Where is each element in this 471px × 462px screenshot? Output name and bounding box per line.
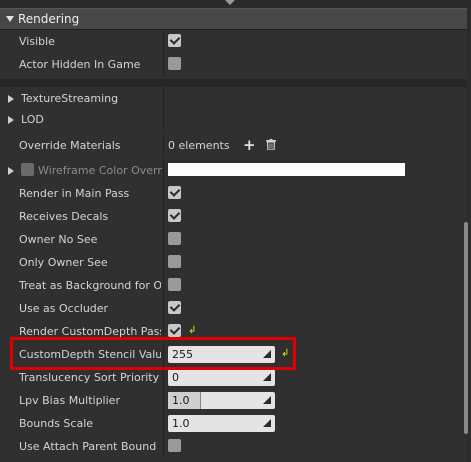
row-lod[interactable]: LOD [0, 108, 467, 131]
label-use-attach-parent: Use Attach Parent Bound [19, 440, 157, 453]
section-title: Rendering [18, 12, 80, 26]
row-translucency-sort: Translucency Sort Priority 0 [0, 366, 467, 389]
details-panel: Visible Actor Hidden In Game TextureStre… [0, 30, 467, 462]
label-texture-streaming: TextureStreaming [21, 92, 119, 105]
label-treat-background: Treat as Background for Occlusion [19, 279, 161, 292]
lpv-bias-value: 1.0 [172, 394, 190, 407]
row-only-owner-see: Only Owner See [0, 251, 467, 274]
bounds-scale-input[interactable]: 1.0 [168, 415, 275, 432]
custom-depth-stencil-input[interactable]: 255 [168, 346, 275, 363]
stencil-value: 255 [172, 348, 193, 361]
row-use-occluder: Use as Occluder [0, 297, 467, 320]
resize-grip-icon [263, 419, 271, 427]
label-visible: Visible [19, 35, 55, 48]
translucency-value: 0 [172, 371, 179, 384]
visible-checkbox[interactable] [168, 34, 181, 47]
collapse-arrow-icon[interactable] [225, 0, 235, 5]
trash-icon[interactable] [266, 139, 276, 150]
resize-grip-icon [263, 373, 271, 381]
lpv-bias-input[interactable]: 1.0 [168, 392, 275, 409]
rendering-section-header[interactable]: Rendering [0, 8, 467, 30]
owner-no-see-checkbox[interactable] [168, 232, 181, 245]
label-use-occluder: Use as Occluder [19, 302, 109, 315]
row-owner-no-see: Owner No See [0, 228, 467, 251]
label-override-materials: Override Materials [19, 139, 121, 152]
row-receives-decals: Receives Decals [0, 205, 467, 228]
label-wireframe: Wireframe Color Override [38, 164, 162, 177]
reset-to-default-icon[interactable]: ↲ [281, 349, 290, 359]
row-visible: Visible [0, 30, 467, 53]
only-owner-see-checkbox[interactable] [168, 255, 181, 268]
label-bounds-scale: Bounds Scale [19, 417, 94, 430]
row-wireframe: Wireframe Color Override [0, 159, 467, 182]
label-render-main-pass: Render in Main Pass [19, 187, 130, 200]
treat-background-checkbox[interactable] [168, 278, 181, 291]
wireframe-color-swatch[interactable] [168, 163, 405, 176]
render-main-pass-checkbox[interactable] [168, 186, 181, 199]
row-render-custom-depth: Render CustomDepth Pass ↲ [0, 320, 467, 343]
label-owner-no-see: Owner No See [19, 233, 98, 246]
row-use-attach-parent: Use Attach Parent Bound [0, 435, 467, 458]
receives-decals-checkbox[interactable] [168, 209, 181, 222]
bounds-scale-value: 1.0 [172, 417, 190, 430]
row-render-main-pass: Render in Main Pass [0, 182, 467, 205]
category-divider [0, 79, 467, 87]
label-lpv-bias: Lpv Bias Multiplier [19, 394, 120, 407]
expand-down-icon [6, 16, 14, 22]
expand-right-icon [8, 95, 14, 103]
add-element-icon[interactable]: + [243, 136, 256, 154]
top-bar [0, 0, 471, 6]
label-render-custom-depth: Render CustomDepth Pass [19, 325, 161, 338]
resize-grip-icon [263, 396, 271, 404]
reset-to-default-icon[interactable]: ↲ [188, 326, 197, 336]
row-lpv-bias: Lpv Bias Multiplier 1.0 [0, 389, 467, 412]
expand-right-icon [8, 167, 14, 175]
label-actor-hidden: Actor Hidden In Game [19, 58, 141, 71]
use-occluder-checkbox[interactable] [168, 301, 181, 314]
row-texture-streaming[interactable]: TextureStreaming [0, 87, 467, 110]
resize-grip-icon [263, 350, 271, 358]
translucency-sort-input[interactable]: 0 [168, 369, 275, 386]
expand-right-icon [8, 116, 14, 124]
row-treat-background: Treat as Background for Occlusion [0, 274, 467, 297]
wireframe-override-checkbox[interactable] [21, 163, 34, 176]
use-attach-parent-checkbox[interactable] [168, 439, 181, 452]
label-translucency-sort: Translucency Sort Priority [19, 371, 160, 384]
row-custom-depth-stencil: CustomDepth Stencil Value 255 ↲ [0, 343, 467, 366]
row-override-materials: Override Materials 0 elements + [0, 134, 467, 157]
vertical-scrollbar[interactable] [464, 222, 468, 434]
label-lod: LOD [21, 113, 44, 126]
render-custom-depth-checkbox[interactable] [168, 324, 181, 337]
override-materials-count: 0 elements [168, 139, 230, 152]
label-receives-decals: Receives Decals [19, 210, 109, 223]
label-custom-depth-stencil: CustomDepth Stencil Value [19, 348, 161, 361]
label-only-owner-see: Only Owner See [19, 256, 108, 269]
row-bounds-scale: Bounds Scale 1.0 [0, 412, 467, 435]
actor-hidden-checkbox[interactable] [168, 57, 181, 70]
row-actor-hidden: Actor Hidden In Game [0, 53, 467, 76]
